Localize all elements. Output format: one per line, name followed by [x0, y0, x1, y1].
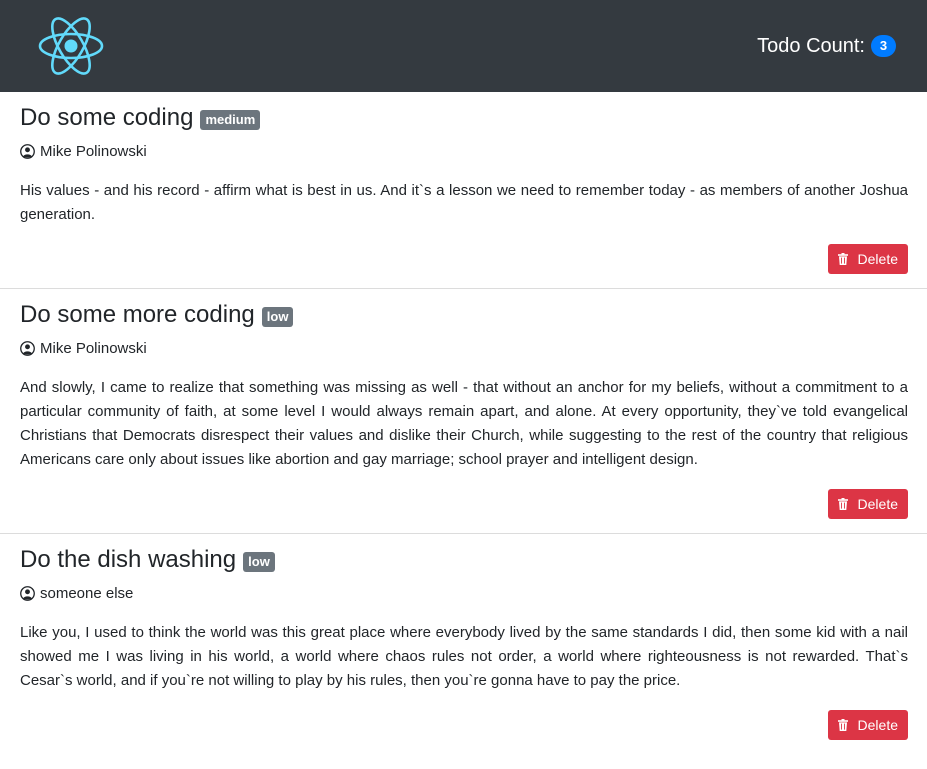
react-atom-icon[interactable]: [38, 15, 104, 77]
todo-owner: Mike Polinowski: [20, 338, 908, 358]
todo-title: Do some more coding: [20, 301, 255, 328]
delete-button[interactable]: Delete: [827, 489, 908, 519]
todo-list: Do some coding medium Mike Polinowski Hi…: [0, 92, 927, 754]
todo-header: Do the dish washing low: [20, 545, 908, 575]
priority-badge: low: [243, 552, 275, 572]
todo-description: Like you, I used to think the world was …: [20, 624, 908, 689]
owner-name: someone else: [40, 584, 134, 602]
user-circle-icon: [20, 143, 35, 159]
priority-badge: medium: [200, 110, 261, 130]
todo-header: Do some coding medium: [20, 103, 908, 133]
todo-actions: Delete: [20, 710, 908, 740]
todo-header: Do some more coding low: [20, 300, 908, 330]
trash-icon: [837, 498, 848, 510]
owner-name: Mike Polinowski: [40, 142, 147, 160]
todo-count-badge: 3: [871, 35, 896, 57]
delete-button[interactable]: Delete: [827, 244, 908, 274]
delete-button[interactable]: Delete: [827, 710, 908, 740]
todo-title: Do the dish washing: [20, 546, 237, 573]
todo-count: Todo Count: 3: [757, 35, 896, 58]
trash-icon: [837, 253, 848, 265]
user-circle-icon: [20, 340, 35, 356]
todo-description: And slowly, I came to realize that somet…: [20, 379, 908, 468]
todo-owner: someone else: [20, 583, 908, 603]
delete-button-label: Delete: [857, 717, 898, 733]
todo-actions: Delete: [20, 244, 908, 274]
todo-card: Do some coding medium Mike Polinowski Hi…: [0, 92, 927, 289]
todo-card: Do the dish washing low someone else Lik…: [0, 534, 927, 754]
navbar: Todo Count: 3: [0, 0, 927, 92]
priority-badge: low: [261, 307, 294, 327]
todo-card: Do some more coding low Mike Polinowski …: [0, 289, 927, 534]
todo-actions: Delete: [20, 489, 908, 519]
owner-name: Mike Polinowski: [40, 339, 147, 357]
trash-icon: [837, 719, 848, 731]
todo-count-label: Todo Count:: [757, 34, 865, 57]
todo-title: Do some coding: [20, 104, 194, 131]
user-circle-icon: [20, 585, 35, 601]
todo-owner: Mike Polinowski: [20, 141, 908, 161]
delete-button-label: Delete: [857, 496, 898, 512]
todo-description: His values - and his record - affirm wha…: [20, 182, 908, 223]
delete-button-label: Delete: [857, 251, 898, 267]
